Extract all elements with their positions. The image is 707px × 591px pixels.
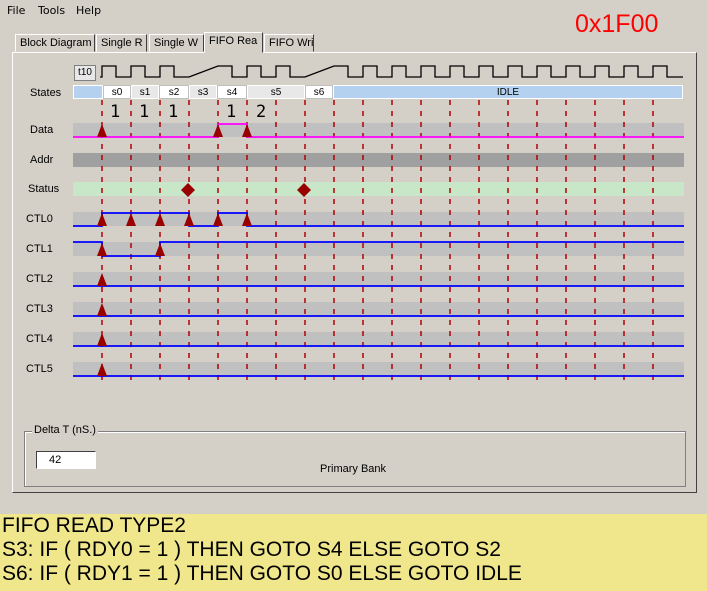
ctl2-marker — [97, 273, 107, 286]
ctl1-waveform — [73, 241, 684, 257]
data-waveform — [73, 123, 684, 138]
ctl3-marker — [97, 303, 107, 316]
edge-markers — [97, 124, 311, 376]
ctl0-waveform — [73, 212, 684, 227]
clock-guides — [101, 100, 654, 380]
delta-t-title: Delta T (nS.) — [32, 424, 98, 436]
delta-t-input[interactable]: 42 — [36, 451, 96, 469]
waveform-overlay — [73, 65, 684, 380]
status-diamond — [297, 183, 311, 197]
description-s3-rule: S3: IF ( RDY0 = 1 ) THEN GOTO S4 ELSE GO… — [2, 538, 501, 561]
primary-bank-label: Primary Bank — [320, 463, 387, 475]
data-marker — [213, 124, 223, 137]
ctl1-marker — [155, 243, 165, 256]
ctl0-marker — [242, 213, 252, 226]
ctl0-marker — [184, 213, 194, 226]
ctl0-marker — [213, 213, 223, 226]
ctl0-marker — [126, 213, 136, 226]
ctl0-marker — [97, 213, 107, 226]
ctl4-marker — [97, 333, 107, 346]
description-panel: FIFO READ TYPE2 S3: IF ( RDY0 = 1 ) THEN… — [0, 514, 707, 591]
ctl5-marker — [97, 363, 107, 376]
description-title: FIFO READ TYPE2 — [2, 514, 186, 537]
description-s6-rule: S6: IF ( RDY1 = 1 ) THEN GOTO S0 ELSE GO… — [2, 562, 522, 585]
tab-fifo-read[interactable]: FIFO Rea — [204, 32, 263, 53]
delta-t-group — [24, 431, 686, 487]
clock-waveform — [100, 65, 683, 78]
data-marker — [242, 124, 252, 137]
ctl0-marker — [155, 213, 165, 226]
data-marker — [97, 124, 107, 137]
status-diamond — [181, 183, 195, 197]
ctl1-marker — [97, 243, 107, 256]
